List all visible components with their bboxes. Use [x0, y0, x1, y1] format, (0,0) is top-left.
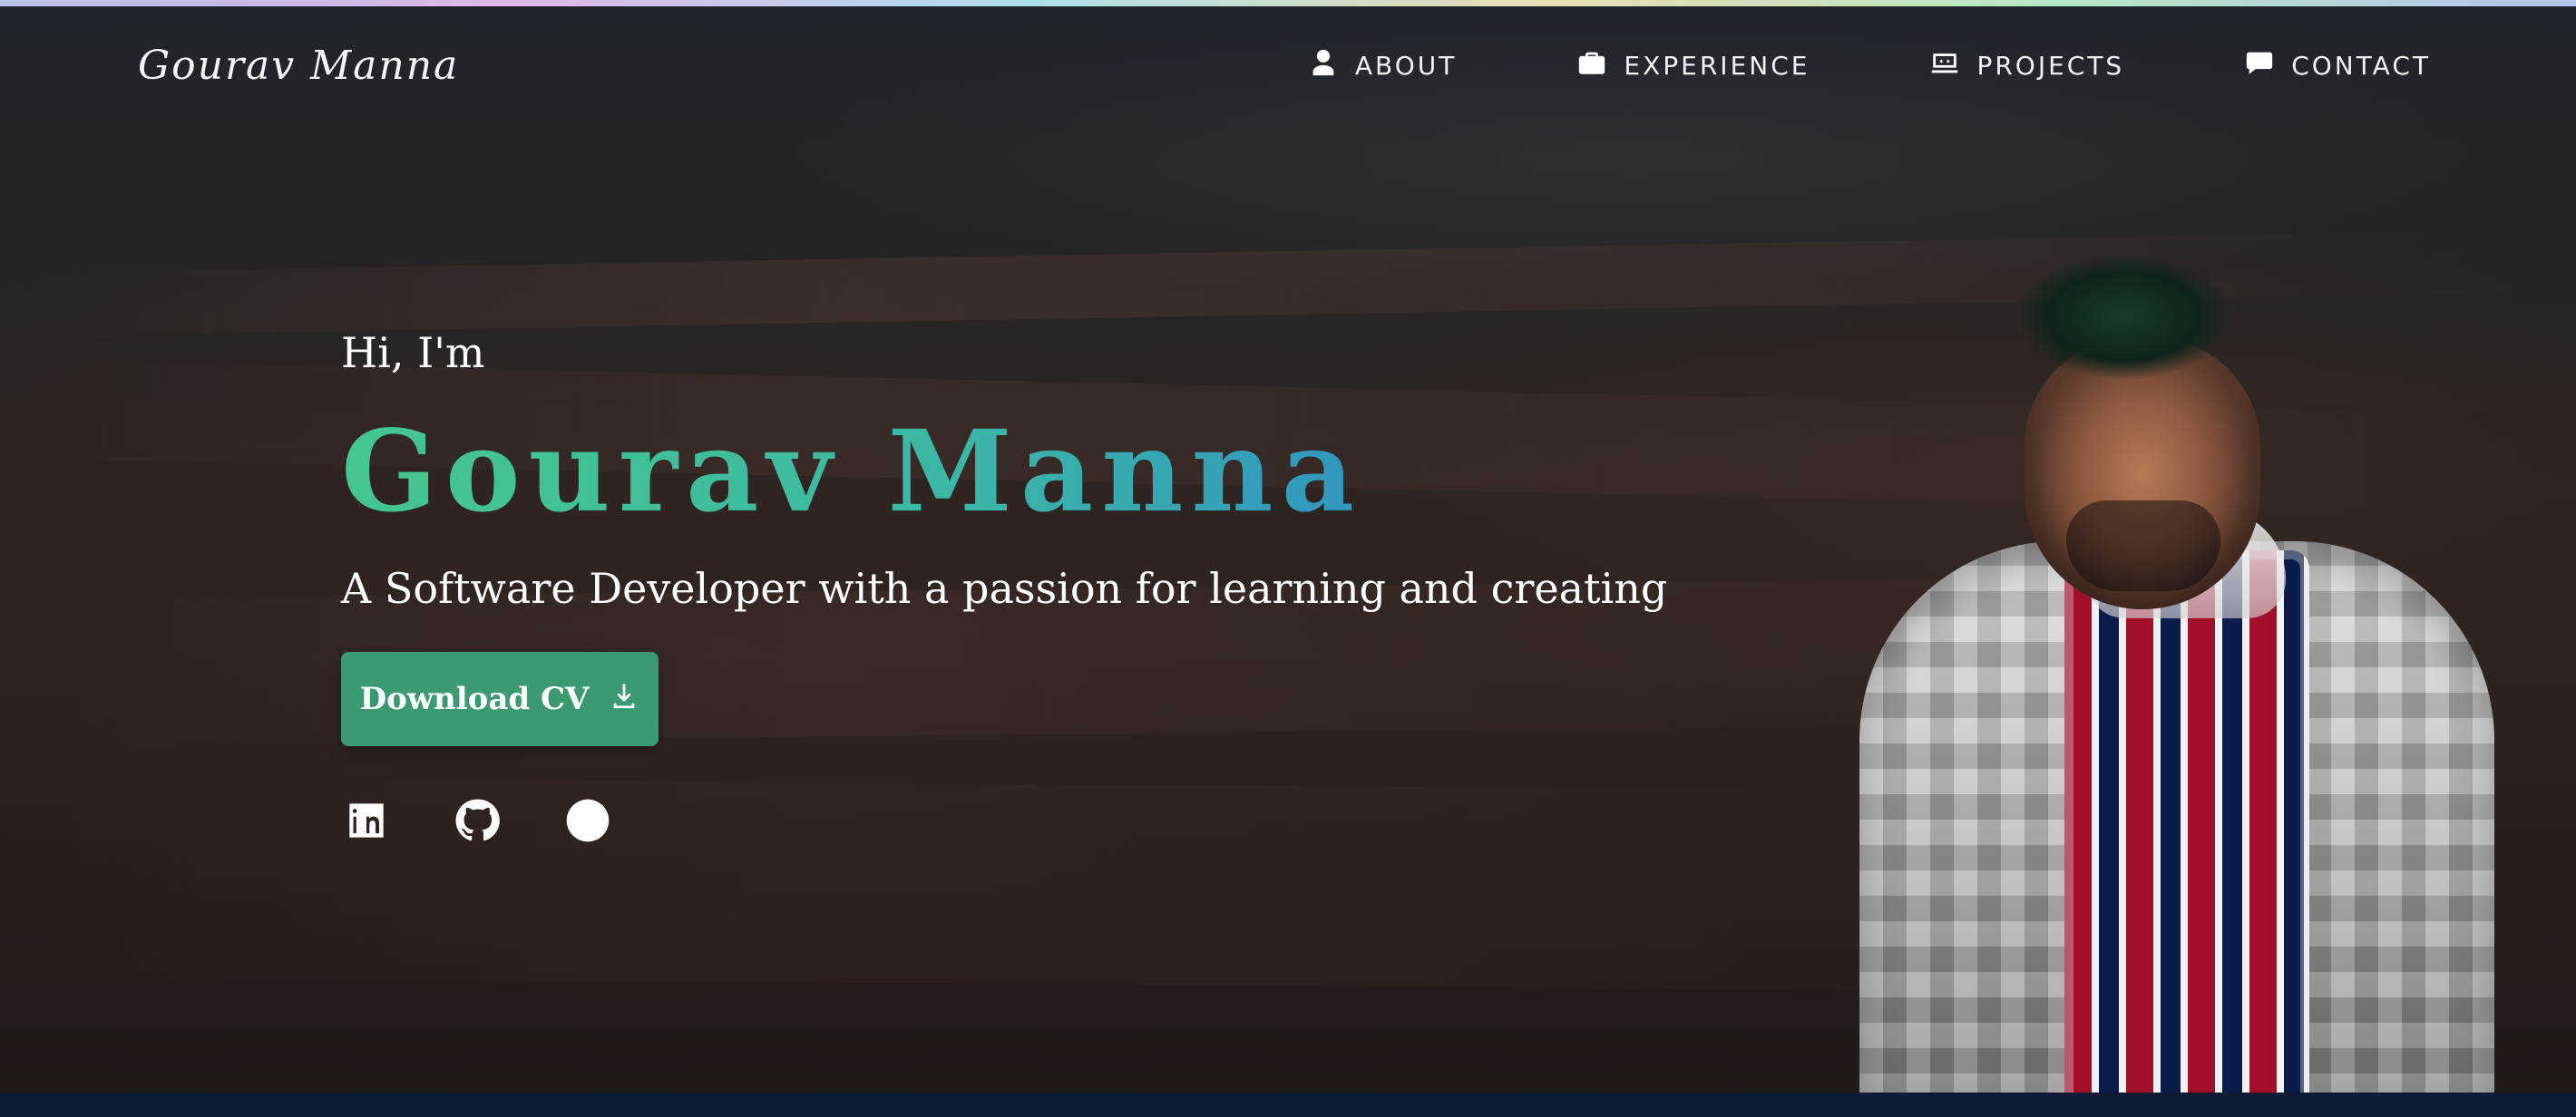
- github-icon: [452, 799, 503, 850]
- facebook-icon: [562, 799, 613, 850]
- brand-logo[interactable]: Gourav Manna: [138, 43, 459, 89]
- user-icon: [1308, 47, 1339, 84]
- facebook-link[interactable]: [562, 795, 613, 846]
- laptop-icon: [1929, 47, 1960, 84]
- briefcase-icon: [1576, 47, 1607, 84]
- nav-item-contact[interactable]: CONTACT: [2244, 47, 2431, 84]
- nav-item-projects[interactable]: PROJECTS: [1929, 47, 2124, 84]
- hero-section: Gourav Manna ABOUT EXPERIENCE PROJECTS C…: [0, 6, 2576, 1093]
- message-icon: [2244, 47, 2275, 84]
- top-color-strip: [0, 0, 2576, 6]
- hero-intro: Hi, I'm Gourav Manna A Software Develope…: [341, 328, 1667, 613]
- nav-item-label: CONTACT: [2291, 51, 2431, 81]
- nav-item-label: PROJECTS: [1976, 51, 2125, 81]
- nav-item-experience[interactable]: EXPERIENCE: [1576, 47, 1810, 84]
- linkedin-link[interactable]: [341, 795, 392, 846]
- github-link[interactable]: [452, 795, 503, 846]
- hero-name: Gourav Manna: [341, 413, 1667, 531]
- linkedin-icon: [341, 803, 392, 850]
- hero-greeting: Hi, I'm: [341, 328, 485, 377]
- download-cv-button[interactable]: Download CV: [341, 652, 659, 746]
- download-icon: [609, 680, 639, 719]
- nav-item-label: ABOUT: [1354, 51, 1458, 81]
- hero-tagline: A Software Developer with a passion for …: [341, 564, 1668, 614]
- nav-item-label: EXPERIENCE: [1624, 51, 1810, 81]
- nav-item-about[interactable]: ABOUT: [1308, 47, 1458, 84]
- social-links: [341, 795, 613, 846]
- top-navigation: Gourav Manna ABOUT EXPERIENCE PROJECTS C…: [0, 6, 2576, 124]
- download-cv-label: Download CV: [359, 681, 590, 717]
- nav-menu: ABOUT EXPERIENCE PROJECTS CONTACT: [1308, 47, 2431, 84]
- background-ridge: [0, 228, 2576, 338]
- bottom-edge: [0, 1093, 2576, 1117]
